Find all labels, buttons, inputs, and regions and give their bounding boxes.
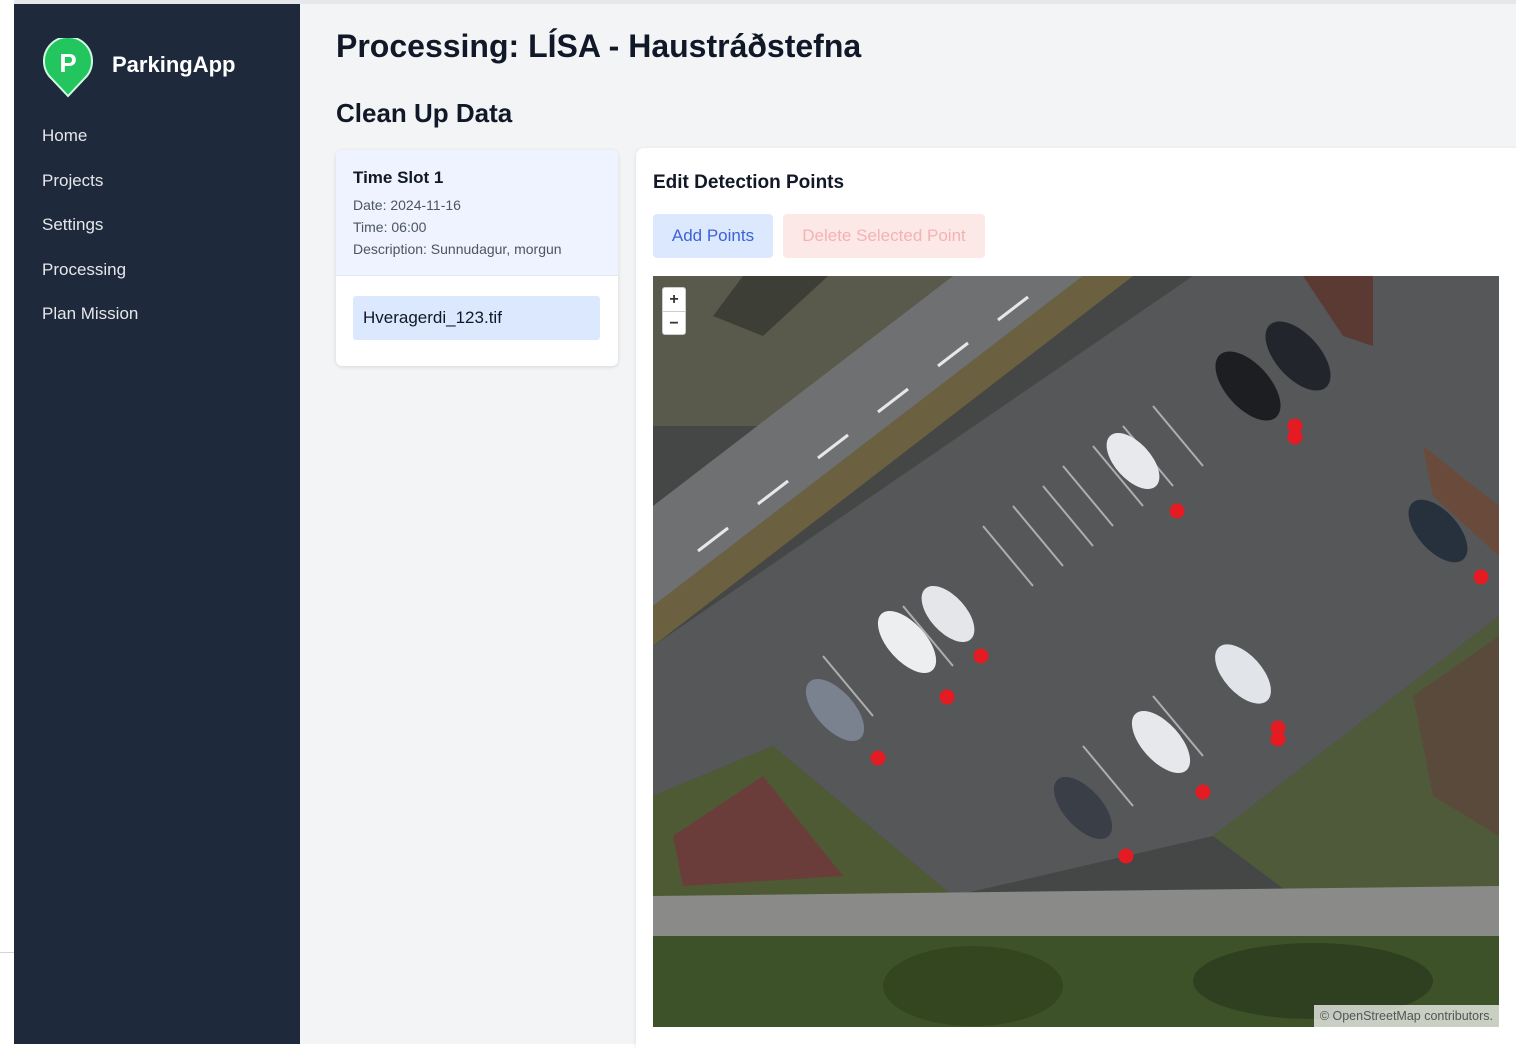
zoom-control: + −	[662, 287, 686, 335]
section-title: Clean Up Data	[336, 98, 513, 128]
time-slot-card: Time Slot 1 Date: 2024-11-16 Time: 06:00…	[336, 150, 618, 366]
parking-pin-logo-icon: P	[42, 36, 94, 98]
file-item[interactable]: Hveragerdi_123.tif	[353, 296, 600, 340]
add-points-button[interactable]: Add Points	[653, 214, 773, 258]
main-content: Processing: LÍSA - Haustráðstefna Clean …	[300, 4, 1516, 1048]
nav-item-projects[interactable]: Projects	[42, 167, 138, 212]
detection-point[interactable]	[870, 750, 886, 766]
sidebar: P ParkingApp Home Projects Settings Proc…	[14, 4, 300, 1044]
detection-points	[870, 418, 1489, 864]
brand[interactable]: P ParkingApp	[42, 36, 236, 98]
app-name: ParkingApp	[112, 52, 236, 77]
detection-point[interactable]	[939, 689, 955, 705]
zoom-out-button[interactable]: −	[663, 312, 685, 335]
zoom-in-button[interactable]: +	[663, 288, 685, 312]
nav-item-settings[interactable]: Settings	[42, 211, 138, 256]
time-slot-title: Time Slot 1	[353, 168, 444, 187]
nav-item-plan-mission[interactable]: Plan Mission	[42, 300, 138, 345]
delete-selected-point-button[interactable]: Delete Selected Point	[783, 214, 985, 258]
detection-editor-panel: Edit Detection Points Add Points Delete …	[636, 148, 1516, 1048]
detection-point[interactable]	[1473, 569, 1489, 585]
time-slot-description: Description: Sunnudagur, morgun	[353, 241, 562, 257]
nav-menu: Home Projects Settings Processing Plan M…	[42, 122, 138, 345]
window-edge-mark	[0, 952, 14, 953]
nav-item-home[interactable]: Home	[42, 122, 138, 167]
detection-point[interactable]	[1118, 848, 1134, 864]
time-slot-time: Time: 06:00	[353, 219, 427, 235]
detection-point[interactable]	[973, 648, 989, 664]
detection-point[interactable]	[1195, 784, 1211, 800]
time-slot-date: Date: 2024-11-16	[353, 197, 461, 213]
detection-point-layer	[870, 418, 1489, 864]
logo-letter: P	[59, 48, 76, 78]
nav-item-processing[interactable]: Processing	[42, 256, 138, 301]
time-slot-header[interactable]: Time Slot 1 Date: 2024-11-16 Time: 06:00…	[336, 150, 618, 276]
detection-point[interactable]	[1270, 731, 1286, 747]
editor-title: Edit Detection Points	[653, 172, 845, 193]
detection-point[interactable]	[1287, 429, 1303, 445]
map-view[interactable]: + − © OpenStreetMap contributors.	[653, 276, 1499, 1027]
page-title: Processing: LÍSA - Haustráðstefna	[336, 28, 862, 64]
detection-point[interactable]	[1169, 503, 1185, 519]
map-attribution[interactable]: © OpenStreetMap contributors.	[1313, 1005, 1499, 1027]
